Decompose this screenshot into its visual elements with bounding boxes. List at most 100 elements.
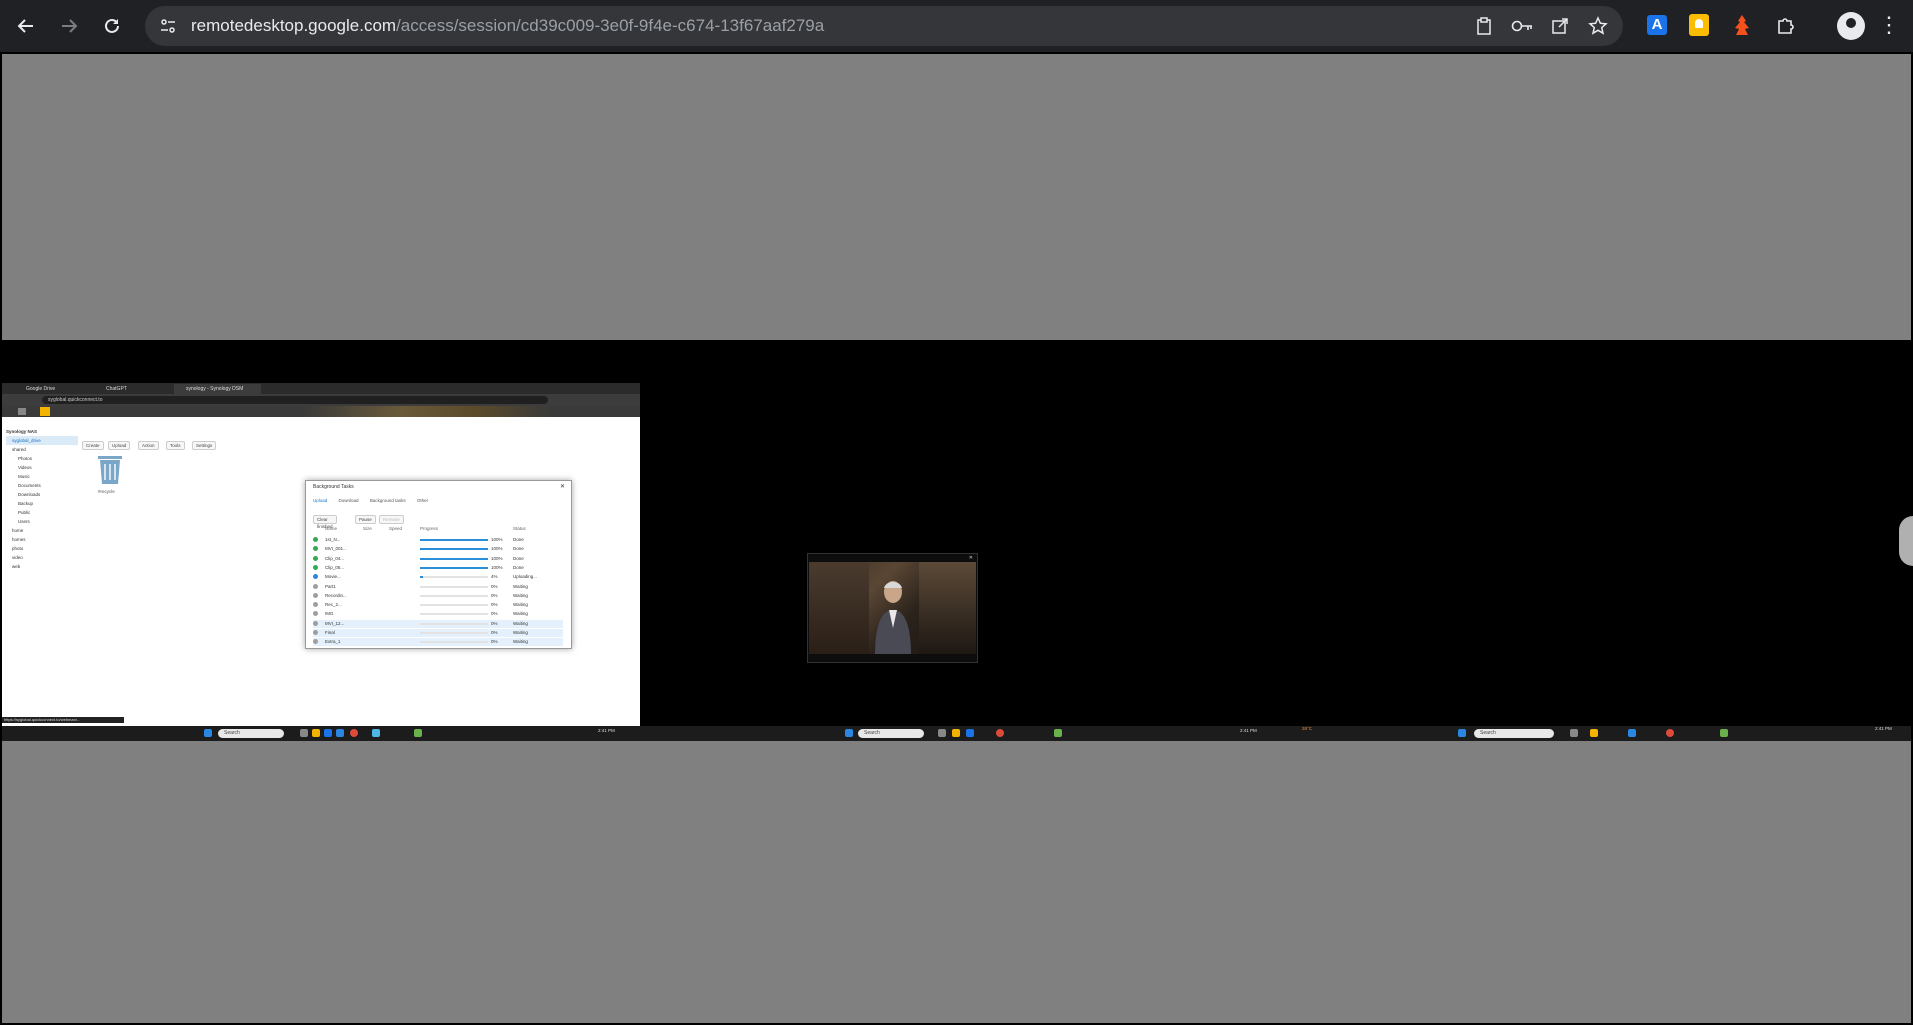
address-bar[interactable]: remotedesktop.google.com/access/session/… <box>145 6 1623 46</box>
action-button[interactable]: Action <box>138 441 159 450</box>
sidebar-item[interactable]: Synology NAS <box>6 427 78 436</box>
taskbar-app-icon[interactable] <box>372 729 380 737</box>
file-explorer-taskbar-icon[interactable] <box>952 729 960 737</box>
task-row[interactable]: MVI_001... 100% Done <box>313 545 563 553</box>
file-explorer-taskbar-icon[interactable] <box>312 729 320 737</box>
task-state: Waiting <box>513 592 528 598</box>
chrome-taskbar-icon[interactable] <box>350 729 358 737</box>
task-name: Recordin... <box>325 592 347 598</box>
sidebar-item[interactable]: photo <box>6 544 78 553</box>
profile-avatar[interactable] <box>1837 12 1865 40</box>
task-row[interactable]: Clip_05... 100% Done <box>313 564 563 572</box>
weather-widget[interactable]: 26°C <box>1302 726 1312 731</box>
task-row[interactable]: Part1 0% Waiting <box>313 583 563 591</box>
sidebar-item[interactable]: shared <box>6 445 78 454</box>
sidebar-item[interactable]: Photos <box>6 454 78 463</box>
chrome-taskbar-icon[interactable] <box>996 729 1004 737</box>
tab-upload[interactable]: Upload <box>313 498 327 503</box>
remote-tab-1[interactable]: Google Drive <box>14 384 96 394</box>
remote-taskbar-2 <box>640 726 1280 741</box>
person-figure <box>875 581 911 654</box>
keep-extension-icon[interactable] <box>1686 12 1712 38</box>
sidebar-item[interactable]: Public <box>6 508 78 517</box>
forward-arrow-icon[interactable] <box>53 10 85 42</box>
extensions-puzzle-icon[interactable] <box>1773 12 1799 38</box>
pause-button[interactable]: Pause <box>355 515 376 524</box>
taskbar-app-icon[interactable] <box>1720 729 1728 737</box>
task-progress-bar <box>420 641 488 644</box>
file-station-icon[interactable] <box>40 407 50 416</box>
tab-background[interactable]: Background tasks <box>370 498 406 503</box>
close-icon[interactable]: ✕ <box>560 483 565 490</box>
taskbar-app-icon[interactable] <box>1054 729 1062 737</box>
url-host: remotedesktop.google.com <box>191 16 397 35</box>
upload-button[interactable]: Upload <box>108 441 131 450</box>
sidebar-item[interactable]: Downloads <box>6 490 78 499</box>
taskbar-app-icon[interactable] <box>324 729 332 737</box>
taskbar-app-icon[interactable] <box>1628 729 1636 737</box>
remote-tab-3[interactable]: synology - Synology DSM <box>174 384 261 394</box>
taskbar-app-icon[interactable] <box>1570 729 1578 737</box>
site-info-icon[interactable] <box>157 15 179 37</box>
close-icon[interactable]: ✕ <box>969 555 973 561</box>
session-options-handle[interactable] <box>1899 516 1913 566</box>
windows-start-icon[interactable] <box>204 729 212 737</box>
sidebar-item[interactable]: Backup <box>6 499 78 508</box>
taskbar-app-icon[interactable] <box>414 729 422 737</box>
sidebar-item-selected[interactable]: syglobal_drive <box>6 436 78 445</box>
recycle-bin-folder-icon[interactable] <box>97 455 123 485</box>
create-button[interactable]: Create <box>82 441 104 450</box>
task-row[interactable]: Final 0% Waiting <box>313 629 563 637</box>
sidebar-item[interactable]: homes <box>6 535 78 544</box>
remote-url-field[interactable]: syglobal.quickconnect.to <box>42 396 548 404</box>
video-player-window[interactable]: ✕ <box>807 553 978 663</box>
task-row[interactable]: 1st_N... 100% Done <box>313 536 563 544</box>
remove-button[interactable]: Remove <box>379 515 404 524</box>
sidebar-item[interactable]: home <box>6 526 78 535</box>
dsm-menu-icon[interactable] <box>18 408 26 415</box>
taskbar-search-2[interactable]: Search <box>858 729 924 738</box>
back-arrow-icon[interactable] <box>10 10 42 42</box>
clipboard-icon[interactable] <box>1473 15 1495 37</box>
browser-menu-icon[interactable]: ⋮ <box>1878 12 1900 40</box>
task-row[interactable]: Extra_1 0% Waiting <box>313 638 563 647</box>
taskbar-search-1[interactable]: Search <box>218 729 284 738</box>
task-row[interactable]: IMG 0% Waiting <box>313 610 563 618</box>
windows-start-icon[interactable] <box>845 729 853 737</box>
translate-extension-icon[interactable]: A <box>1644 12 1670 38</box>
task-row[interactable]: Clip_04... 100% Done <box>313 555 563 563</box>
remote-dsm-topbar <box>2 406 640 417</box>
password-key-icon[interactable] <box>1511 15 1533 37</box>
taskbar-app-icon[interactable] <box>336 729 344 737</box>
task-row[interactable]: Rec_2... 0% Waiting <box>313 601 563 609</box>
task-row[interactable]: MVI_12... 0% Waiting <box>313 619 563 628</box>
task-row[interactable]: Movie... 4% Uploading... <box>313 573 563 581</box>
taskbar-search-3[interactable]: Search <box>1474 729 1554 738</box>
settings-button[interactable]: Settings <box>192 441 217 450</box>
sidebar-item[interactable]: Music <box>6 472 78 481</box>
orange-extension-icon[interactable] <box>1729 12 1755 38</box>
taskbar-app-icon[interactable] <box>938 729 946 737</box>
bookmark-star-icon[interactable] <box>1587 15 1609 37</box>
task-progress-text: 100% <box>491 537 503 542</box>
url-path: /access/session/cd39c009-3e0f-9f4e-c674-… <box>396 16 825 35</box>
chrome-taskbar-icon[interactable] <box>1666 729 1674 737</box>
windows-start-icon[interactable] <box>1458 729 1466 737</box>
sidebar-item[interactable]: video <box>6 553 78 562</box>
open-external-icon[interactable] <box>1549 15 1571 37</box>
file-explorer-taskbar-icon[interactable] <box>1590 729 1598 737</box>
sidebar-item[interactable]: Videos <box>6 463 78 472</box>
tab-other[interactable]: Other <box>417 498 428 503</box>
taskbar-app-icon[interactable] <box>300 729 308 737</box>
remote-tab-2[interactable]: ChatGPT <box>94 384 176 394</box>
sidebar-item[interactable]: Users <box>6 517 78 526</box>
clear-finished-button[interactable]: Clear finished <box>313 515 337 529</box>
tab-download[interactable]: Download <box>339 498 359 503</box>
sidebar-item[interactable]: Documents <box>6 481 78 490</box>
tools-button[interactable]: Tools <box>166 441 185 450</box>
sidebar-item[interactable]: web <box>6 562 78 571</box>
background-tasks-dialog[interactable]: Background Tasks ✕ Upload Download Backg… <box>305 480 572 649</box>
taskbar-app-icon[interactable] <box>966 729 974 737</box>
task-row[interactable]: Recordin... 0% Waiting <box>313 592 563 600</box>
reload-icon[interactable] <box>96 10 128 42</box>
